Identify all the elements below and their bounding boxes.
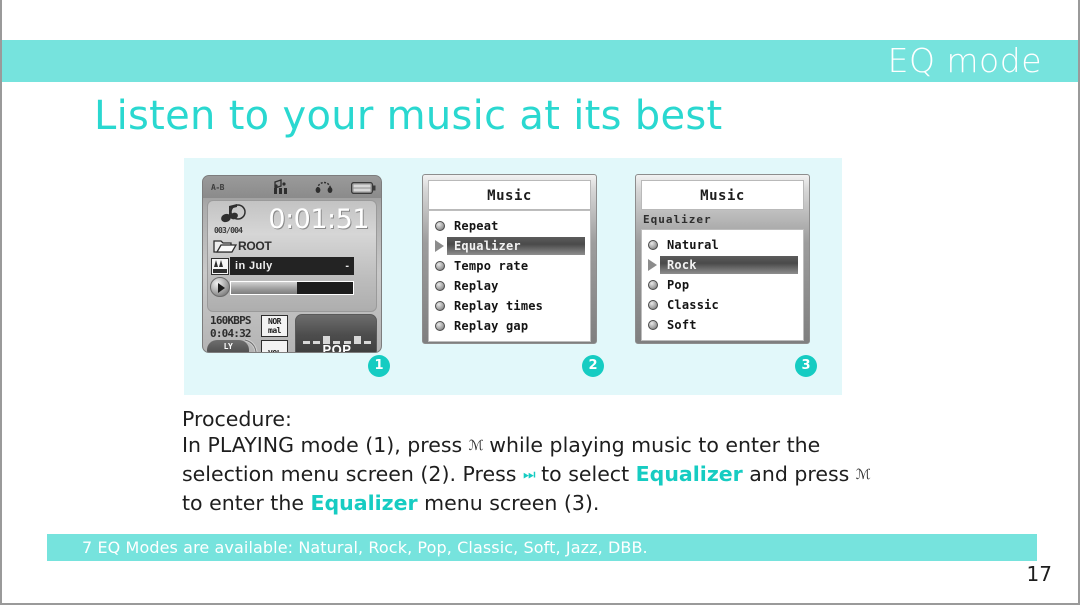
list-item-label: Equalizer [454,239,521,253]
device-screen-equalizer-menu: Music Equalizer Natural Rock Pop Classic [635,174,810,344]
ab-repeat-label: A-B [211,182,224,192]
bullet-icon [648,280,658,290]
device-screen-music-menu: Music Repeat Equalizer Tempo rate Replay [422,174,597,344]
keyword-equalizer-1: Equalizer [635,462,743,486]
folder-icon [213,237,238,259]
procedure-line2-b: to select [541,462,630,486]
procedure-text: Procedure: In PLAYING mode (1), press ℳ … [182,406,882,516]
player-status-bar: A-B [203,176,381,198]
battery-icon [350,181,376,199]
bullet-icon [648,320,658,330]
next-key-icon: ⏭ [522,467,536,483]
song-title-bar: in July - [230,257,354,275]
equalizer-menu-list: Natural Rock Pop Classic Soft [641,229,804,341]
caret-right-icon [648,259,657,271]
list-item-label: Replay [454,279,499,293]
list-item-selected[interactable]: Equalizer [429,236,590,256]
bitrate-label: 160KBPS [210,314,252,327]
repeat-mode-badge: NOR mal [261,315,288,337]
bullet-icon [435,281,445,291]
volume-badge-label: VOL [268,349,281,352]
procedure-label: Procedure: [182,407,292,431]
page-title: Listen to your music at its best [94,93,723,139]
bullet-icon [435,221,445,231]
list-item[interactable]: Natural [642,235,803,255]
elapsed-time: 0:01:51 [268,204,369,235]
list-item[interactable]: Soft [642,315,803,335]
progress-bar [230,281,354,295]
device-screen-player: A-B 003/004 0:01:51 ROOT in July - 160KB… [202,175,382,353]
list-item[interactable]: Pop [642,275,803,295]
track-counter: 003/004 [214,226,243,235]
list-item[interactable]: Replay gap [429,316,590,336]
player-main-display: 003/004 0:01:51 ROOT in July - [207,200,377,312]
headphone-icon [315,179,333,199]
eq-preset-label: POP [322,342,352,353]
volume-badge: VOL [261,340,288,352]
step-marker-2: 2 [582,355,604,377]
folder-name: ROOT [238,239,272,253]
header-title: EQ mode [887,41,1042,80]
procedure-line3-b: menu screen (3). [424,491,600,515]
equalizer-icon [273,179,290,200]
list-item[interactable]: Replay [429,276,590,296]
list-item[interactable]: Classic [642,295,803,315]
keyword-equalizer-2: Equalizer [310,491,418,515]
procedure-body: In PLAYING mode (1), press ℳ while playi… [182,432,882,516]
list-item-label: Replay gap [454,319,529,333]
eq-preset-box: POP [295,314,377,353]
procedure-line2-c: and press [749,462,850,486]
repeat-mode-line1: NOR [268,317,281,326]
bullet-icon [648,300,658,310]
bullet-icon [648,240,658,250]
procedure-line1-a: In PLAYING mode (1), press [182,433,463,457]
list-item-label: Rock [667,258,697,272]
list-item[interactable]: Replay times [429,296,590,316]
list-item-label: Pop [667,278,690,292]
bullet-icon [435,261,445,271]
list-item-label: Soft [667,318,697,332]
mode-key-icon: ℳ [468,438,484,454]
procedure-line3-a: to enter the [182,491,304,515]
bullet-icon [435,321,445,331]
step-marker-1: 1 [368,355,390,377]
play-button-icon [210,277,230,297]
list-item-label: Repeat [454,219,499,233]
menu-title-music: Music [641,180,804,210]
slide-page: EQ mode Listen to your music at its best… [0,0,1080,605]
list-item[interactable]: Tempo rate [429,256,590,276]
menu-title-music: Music [428,180,591,210]
song-title: in July [235,260,273,272]
procedure-line1-b: while playing music to enter the [489,433,821,457]
footer-note: 7 EQ Modes are available: Natural, Rock,… [82,538,648,557]
page-number: 17 [1026,562,1052,586]
step-marker-3: 3 [795,355,817,377]
progress-bar-fill [231,282,297,294]
list-item-label: Classic [667,298,719,312]
music-menu-list: Repeat Equalizer Tempo rate Replay Repla… [428,210,591,342]
player-footer: 160KBPS 0:04:32 LY RIC NOR mal VOL POP [203,314,381,353]
repeat-mode-line2: mal [268,326,281,335]
menu-subtitle-equalizer: Equalizer [643,213,712,226]
song-right-marker: - [345,260,349,272]
list-item-label: Replay times [454,299,544,313]
list-item-label: Tempo rate [454,259,529,273]
procedure-line2-a: selection menu screen (2). Press [182,462,517,486]
bullet-icon [435,301,445,311]
caret-right-icon [435,240,444,252]
list-item[interactable]: Repeat [429,216,590,236]
list-item-label: Natural [667,238,719,252]
list-item-selected[interactable]: Rock [642,255,803,275]
mode-key-icon-2: ℳ [855,467,871,483]
